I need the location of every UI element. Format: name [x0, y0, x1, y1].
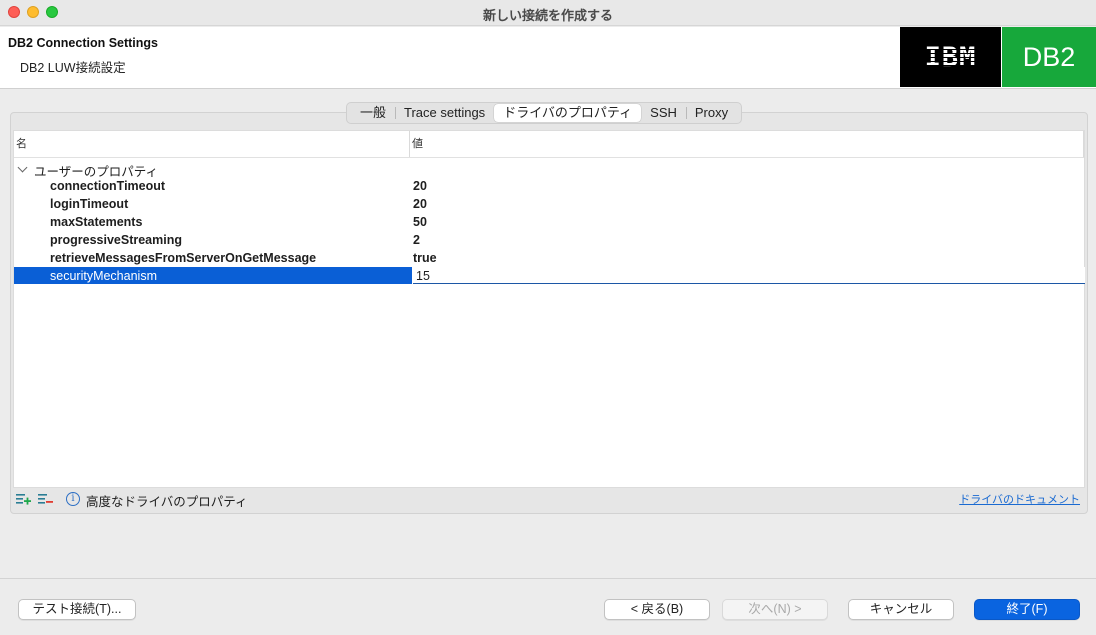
tab-general[interactable]: 一般: [351, 104, 395, 122]
header-subtitle: DB2 LUW接続設定: [20, 61, 126, 75]
property-name: connectionTimeout: [50, 179, 166, 193]
title-bar: 新しい接続を作成する: [0, 0, 1096, 26]
tab-trace-settings[interactable]: Trace settings: [395, 104, 494, 122]
group-row-user-properties[interactable]: ユーザーのプロパティ: [14, 159, 1084, 179]
table-row[interactable]: progressiveStreaming 2: [14, 231, 1084, 249]
property-value[interactable]: true: [413, 251, 437, 265]
ibm-logo-text: IBM: [920, 41, 981, 73]
property-value-editor[interactable]: [413, 267, 1085, 284]
info-icon: i: [66, 492, 80, 506]
properties-toolbar: i 高度なドライバのプロパティ ドライバのドキュメント: [13, 488, 1085, 510]
column-header-name[interactable]: 名: [16, 131, 27, 157]
property-value-input[interactable]: 15: [416, 269, 430, 283]
tab-bar: 一般 Trace settings ドライバのプロパティ SSH Proxy: [346, 102, 743, 124]
add-property-icon[interactable]: [16, 492, 32, 506]
column-divider: [1083, 131, 1084, 157]
table-row[interactable]: maxStatements 50: [14, 213, 1084, 231]
driver-documentation-link[interactable]: ドライバのドキュメント: [959, 491, 1080, 507]
window-title: 新しい接続を作成する: [482, 8, 613, 23]
remove-property-icon[interactable]: [38, 492, 54, 506]
wizard-header: DB2 Connection Settings DB2 LUW接続設定 IBM …: [0, 27, 1096, 89]
property-name: securityMechanism: [50, 269, 157, 283]
footer-divider: [0, 578, 1096, 579]
table-row[interactable]: retrieveMessagesFromServerOnGetMessage t…: [14, 249, 1084, 267]
property-value[interactable]: 50: [413, 215, 427, 229]
tab-ssh[interactable]: SSH: [641, 104, 686, 122]
property-name: retrieveMessagesFromServerOnGetMessage: [50, 251, 317, 265]
advanced-properties-label: 高度なドライバのプロパティ: [86, 495, 248, 509]
property-name: maxStatements: [50, 215, 143, 229]
table-row[interactable]: connectionTimeout 20: [14, 177, 1084, 195]
properties-table: 名 値 ユーザーのプロパティ connectionTimeout 20 logi…: [13, 130, 1085, 488]
test-connection-button[interactable]: テスト接続(T)...: [18, 599, 136, 620]
column-divider[interactable]: [409, 131, 410, 157]
tab-driver-properties[interactable]: ドライバのプロパティ: [494, 104, 642, 122]
back-button[interactable]: < 戻る(B): [604, 599, 710, 620]
column-header-value[interactable]: 値: [412, 131, 423, 157]
finish-button[interactable]: 終了(F): [974, 599, 1080, 620]
tab-proxy[interactable]: Proxy: [685, 104, 737, 122]
property-name: loginTimeout: [50, 197, 129, 211]
table-row-selected[interactable]: securityMechanism 15: [14, 267, 1085, 285]
property-name: progressiveStreaming: [50, 233, 182, 247]
ibm-logo: IBM: [900, 27, 1001, 87]
property-value[interactable]: 20: [413, 197, 427, 211]
next-button[interactable]: 次へ(N) >: [722, 599, 828, 620]
property-value[interactable]: 20: [413, 179, 427, 193]
chevron-down-icon[interactable]: [17, 162, 28, 173]
header-title: DB2 Connection Settings: [8, 36, 159, 50]
property-value[interactable]: 2: [413, 233, 420, 247]
db2-logo: DB2: [1002, 27, 1096, 87]
header-divider: [14, 157, 1084, 158]
cancel-button[interactable]: キャンセル: [848, 599, 954, 620]
table-row[interactable]: loginTimeout 20: [14, 195, 1084, 213]
